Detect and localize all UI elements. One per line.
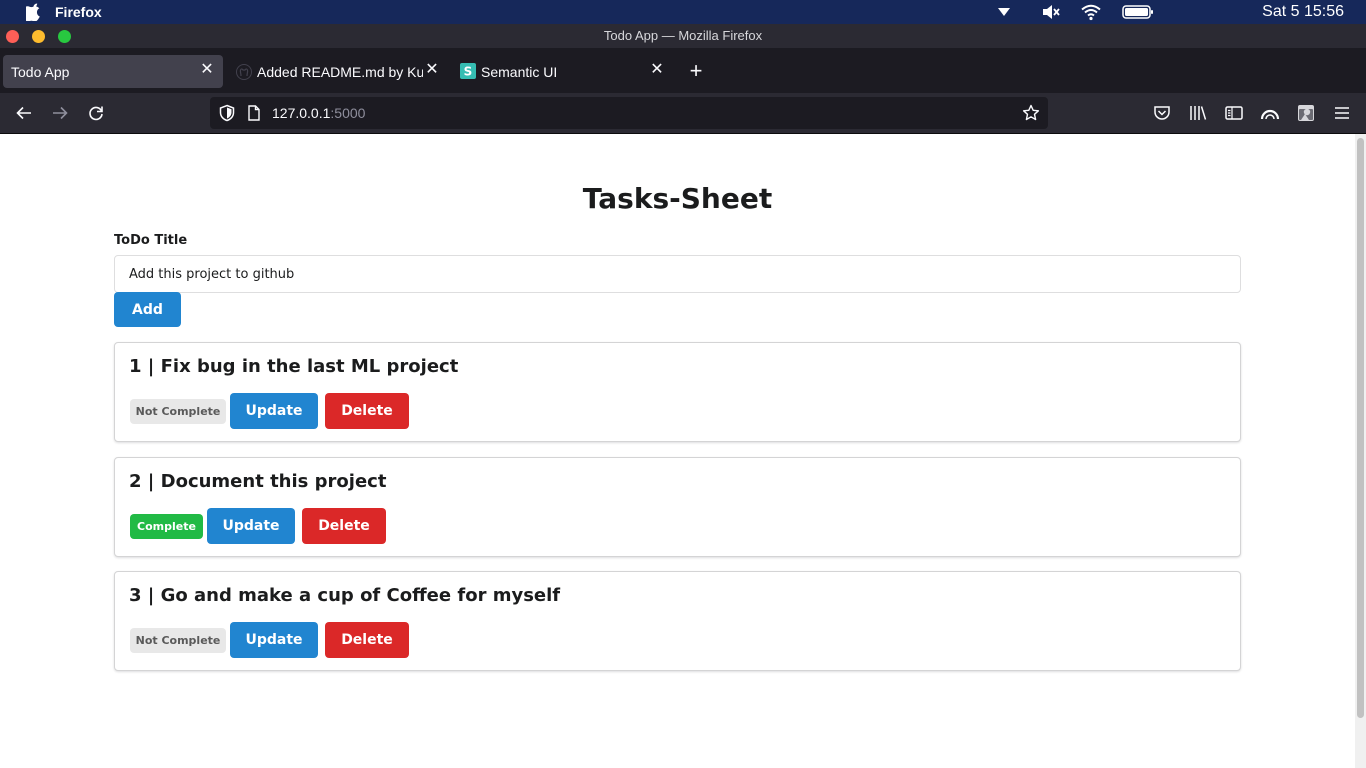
bookmark-star-icon[interactable] bbox=[1022, 104, 1040, 122]
page-scrollbar[interactable] bbox=[1355, 134, 1366, 768]
update-button[interactable]: Update bbox=[207, 508, 295, 544]
url-host: 127.0.0.1 bbox=[272, 105, 331, 121]
tab-label: Todo App bbox=[11, 64, 70, 80]
delete-button[interactable]: Delete bbox=[302, 508, 386, 544]
menubar-clock[interactable]: Sat 5 15:56 bbox=[1262, 3, 1344, 21]
address-bar[interactable]: 127.0.0.1:5000 bbox=[210, 97, 1048, 129]
close-tab-icon[interactable]: ✕ bbox=[199, 62, 215, 78]
task-title: 2 | Document this project bbox=[129, 471, 387, 492]
navigation-toolbar: 127.0.0.1:5000 bbox=[0, 93, 1366, 134]
library-icon[interactable] bbox=[1188, 103, 1208, 123]
tab-github-readme[interactable]: Added README.md by Kun ✕ bbox=[228, 55, 448, 88]
hamburger-menu-icon[interactable] bbox=[1332, 103, 1352, 123]
extension-icon[interactable] bbox=[1296, 103, 1316, 123]
delete-button[interactable]: Delete bbox=[325, 622, 409, 658]
status-badge: Complete bbox=[130, 514, 203, 539]
task-card: 3 | Go and make a cup of Coffee for myse… bbox=[114, 571, 1241, 671]
close-tab-icon[interactable]: ✕ bbox=[649, 62, 665, 78]
dropdown-triangle-icon[interactable] bbox=[996, 0, 1012, 24]
tab-strip: Todo App ✕ Added README.md by Kun ✕ S Se… bbox=[0, 48, 1366, 93]
url-port: :5000 bbox=[330, 105, 366, 121]
page-content: Tasks-Sheet ToDo Title Add 1 | Fix bug i… bbox=[0, 134, 1355, 768]
tab-label: Added README.md by Kun bbox=[257, 64, 423, 80]
app-menu-firefox[interactable]: Firefox bbox=[55, 4, 102, 20]
battery-icon[interactable] bbox=[1122, 0, 1154, 24]
wifi-icon[interactable] bbox=[1081, 0, 1101, 24]
task-title: 3 | Go and make a cup of Coffee for myse… bbox=[129, 585, 561, 606]
close-tab-icon[interactable]: ✕ bbox=[424, 62, 440, 78]
task-title: 1 | Fix bug in the last ML project bbox=[129, 356, 459, 377]
sidebar-icon[interactable] bbox=[1224, 103, 1244, 123]
forward-arrow-icon[interactable] bbox=[50, 103, 70, 123]
new-tab-button[interactable]: + bbox=[686, 60, 706, 82]
back-arrow-icon[interactable] bbox=[14, 103, 34, 123]
url-text[interactable]: 127.0.0.1:5000 bbox=[272, 105, 365, 121]
page-info-icon[interactable] bbox=[247, 105, 261, 121]
account-icon[interactable] bbox=[1260, 103, 1280, 123]
todo-title-label: ToDo Title bbox=[114, 233, 188, 248]
update-button[interactable]: Update bbox=[230, 622, 318, 658]
tab-semantic-ui[interactable]: S Semantic UI ✕ bbox=[453, 55, 673, 88]
scrollbar-thumb[interactable] bbox=[1357, 138, 1364, 718]
window-titlebar: Todo App — Mozilla Firefox bbox=[0, 24, 1366, 48]
semantic-ui-favicon-icon: S bbox=[460, 63, 476, 79]
delete-button[interactable]: Delete bbox=[325, 393, 409, 429]
pocket-icon[interactable] bbox=[1152, 103, 1172, 123]
task-card: 2 | Document this project Complete Updat… bbox=[114, 457, 1241, 557]
svg-text:S: S bbox=[464, 65, 473, 79]
volume-muted-icon[interactable] bbox=[1041, 0, 1061, 24]
os-menubar: Firefox Sat 5 15:56 bbox=[0, 0, 1366, 24]
tab-label: Semantic UI bbox=[481, 64, 558, 80]
add-button[interactable]: Add bbox=[114, 292, 181, 327]
window-title: Todo App — Mozilla Firefox bbox=[603, 28, 763, 43]
todo-title-input[interactable] bbox=[114, 255, 1241, 293]
status-badge: Not Complete bbox=[130, 399, 226, 424]
update-button[interactable]: Update bbox=[230, 393, 318, 429]
tab-todo-app[interactable]: Todo App ✕ bbox=[3, 55, 223, 88]
status-badge: Not Complete bbox=[130, 628, 226, 653]
apple-logo-icon[interactable] bbox=[26, 3, 42, 21]
page-title: Tasks-Sheet bbox=[582, 182, 773, 215]
reload-icon[interactable] bbox=[86, 103, 106, 123]
task-card: 1 | Fix bug in the last ML project Not C… bbox=[114, 342, 1241, 442]
github-favicon-icon bbox=[236, 64, 252, 80]
tracking-shield-icon[interactable] bbox=[218, 104, 236, 122]
